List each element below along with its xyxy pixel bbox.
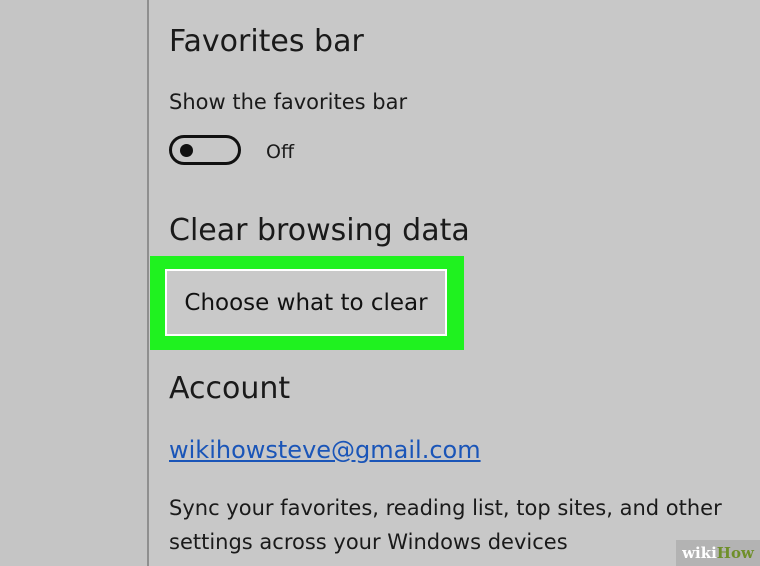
sync-description: Sync your favorites, reading list, top s… <box>169 496 722 554</box>
favorites-bar-heading: Favorites bar <box>169 24 364 59</box>
choose-what-to-clear-button[interactable]: Choose what to clear <box>165 269 447 336</box>
account-email-link[interactable]: wikihowsteve@gmail.com <box>169 436 481 464</box>
highlight-box: Choose what to clear <box>150 256 464 350</box>
wikihow-watermark: wikiHow <box>676 540 760 566</box>
show-favorites-bar-label: Show the favorites bar <box>169 90 408 114</box>
toggle-state-label: Off <box>266 141 295 163</box>
watermark-wiki: wiki <box>682 544 717 562</box>
account-heading: Account <box>169 371 291 406</box>
toggle-knob <box>180 144 193 157</box>
clear-browsing-data-heading: Clear browsing data <box>169 213 470 248</box>
left-navigation-strip <box>0 0 147 566</box>
watermark-how: How <box>716 544 754 562</box>
settings-panel: Favorites bar Show the favorites bar Off… <box>149 0 760 566</box>
favorites-bar-toggle[interactable] <box>169 135 241 165</box>
